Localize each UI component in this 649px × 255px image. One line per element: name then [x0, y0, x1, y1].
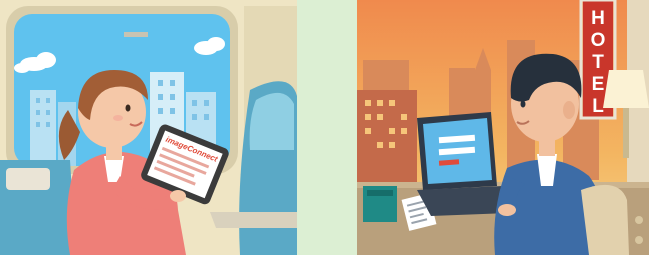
hotel-sign-letter: H	[591, 8, 605, 29]
seat-headcover	[6, 168, 50, 190]
hotel-sign-letter: L	[592, 96, 604, 117]
lamp-stand	[623, 108, 629, 158]
ceiling-vent	[124, 32, 148, 37]
drawer-knob	[635, 236, 643, 244]
hotel-scene-panel: H O T E L	[357, 0, 649, 255]
near-buildings	[357, 90, 417, 190]
cheek	[113, 115, 123, 121]
train-scene-panel: imageConnect	[0, 0, 297, 255]
illustration-stage: imageConnect H O T E L	[0, 0, 649, 255]
hotel-sign-letter: O	[591, 30, 606, 51]
eye	[125, 104, 131, 112]
seat-headrest	[249, 92, 294, 150]
hotel-sign-letter: E	[592, 74, 605, 95]
eye	[520, 100, 526, 108]
tray-table	[210, 212, 297, 228]
hotel-scene-illustration: H O T E L	[357, 0, 649, 255]
hotel-sign-letter: T	[592, 52, 604, 73]
woman-hand	[170, 190, 186, 202]
man-hand	[498, 204, 516, 216]
lamp-shade	[603, 70, 649, 108]
train-scene-illustration: imageConnect	[0, 0, 297, 255]
hotel-sign-letters: H O T E L	[591, 8, 606, 117]
chair-back	[581, 184, 629, 255]
drawer-knob	[635, 216, 643, 224]
ear	[563, 101, 575, 119]
